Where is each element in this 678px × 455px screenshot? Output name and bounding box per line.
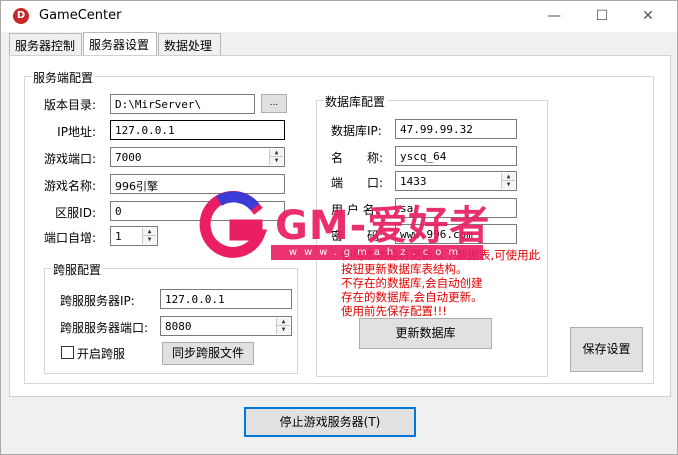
game-port-label: 游戏端口: [43,152,96,166]
ip-input[interactable]: 127.0.0.1 [110,120,285,140]
port-increment-spinner[interactable]: ▲ ▼ [142,228,156,244]
db-name-label: 名 称: [331,151,384,165]
db-user-label: 用 户 名: [331,203,379,217]
stop-game-server-button[interactable]: 停止游戏服务器(T) [244,407,416,437]
cross-server-port-spinner[interactable]: ▲ ▼ [276,318,290,334]
game-port-value: 7000 [115,151,142,164]
minimize-button[interactable]: — [531,1,577,31]
app-logo-icon: D [13,8,29,24]
spin-down-icon[interactable]: ▼ [143,236,156,244]
version-dir-input[interactable]: D:\MirServer\ [110,94,255,114]
zone-id-input[interactable]: 0 [110,201,285,221]
db-ip-input[interactable]: 47.99.99.32 [395,119,517,139]
close-button[interactable]: ✕ [625,1,671,31]
tab-data-processing[interactable]: 数据处理 [158,33,221,55]
cross-server-port-label: 跨服服务器端口: [60,321,149,335]
cross-server-ip-label: 跨服服务器IP: [60,294,135,308]
spin-up-icon[interactable]: ▲ [277,318,290,326]
spin-up-icon[interactable]: ▲ [143,228,156,236]
db-password-input[interactable]: www.996.com [395,224,517,244]
sync-cross-files-button[interactable]: 同步跨服文件 [162,342,254,365]
game-name-label: 游戏名称: [43,179,96,193]
update-database-button[interactable]: 更新数据库 [359,318,492,349]
db-note-line-2: 按钮更新数据库表结构。 [341,262,468,276]
port-increment-label: 端口自增: [43,231,96,245]
db-note-line-4: 存在的数据库,会自动更新。 [341,290,483,304]
db-note-line-1: 使用本功能将更新以下数据表,可使用此 [341,248,541,262]
window-title: GameCenter [39,8,122,23]
port-increment-input[interactable]: 1 ▲ ▼ [110,226,158,246]
db-user-input[interactable]: sa [395,198,517,218]
browse-button[interactable]: ... [261,94,287,113]
cross-server-port-value: 8080 [165,320,192,333]
db-note-line-5: 使用前先保存配置!!! [341,304,447,318]
app-window: D GameCenter — ☐ ✕ 服务器控制 服务器设置 数据处理 服务端配… [0,0,678,455]
db-port-spinner[interactable]: ▲ ▼ [501,173,515,189]
tab-server-control[interactable]: 服务器控制 [9,33,82,55]
spin-up-icon[interactable]: ▲ [270,149,283,157]
server-config-title: 服务端配置 [31,69,96,86]
spin-down-icon[interactable]: ▼ [502,181,515,189]
maximize-button[interactable]: ☐ [579,1,625,31]
cross-config-title: 跨服配置 [51,261,104,278]
version-dir-label: 版本目录: [43,98,96,112]
db-password-label: 密 码: [331,229,384,243]
cross-server-ip-input[interactable]: 127.0.0.1 [160,289,292,309]
enable-cross-label: 开启跨服 [77,347,126,361]
zone-id-label: 区服ID: [55,206,96,220]
cross-server-port-input[interactable]: 8080 ▲ ▼ [160,316,292,336]
settings-panel: 服务端配置 版本目录: D:\MirServer\ ... IP地址: 127.… [9,55,671,397]
game-port-input[interactable]: 7000 ▲ ▼ [110,147,285,167]
title-bar: D GameCenter — ☐ ✕ [1,1,677,32]
db-config-title: 数据库配置 [323,93,388,110]
db-ip-label: 数据库IP: [331,124,382,138]
ip-label: IP地址: [57,125,96,139]
enable-cross-checkbox[interactable] [61,346,74,359]
db-name-input[interactable]: yscq_64 [395,146,517,166]
db-port-input[interactable]: 1433 ▲ ▼ [395,171,517,191]
game-port-spinner[interactable]: ▲ ▼ [269,149,283,165]
db-note-line-3: 不存在的数据库,会自动创建 [341,276,483,290]
port-increment-value: 1 [115,230,122,243]
game-name-input[interactable]: 996引擎 [110,174,285,194]
tab-server-settings[interactable]: 服务器设置 [83,32,157,56]
db-port-label: 端 口: [331,176,384,190]
db-port-value: 1433 [400,175,427,188]
spin-up-icon[interactable]: ▲ [502,173,515,181]
save-settings-button[interactable]: 保存设置 [570,327,643,372]
spin-down-icon[interactable]: ▼ [270,157,283,165]
spin-down-icon[interactable]: ▼ [277,326,290,334]
